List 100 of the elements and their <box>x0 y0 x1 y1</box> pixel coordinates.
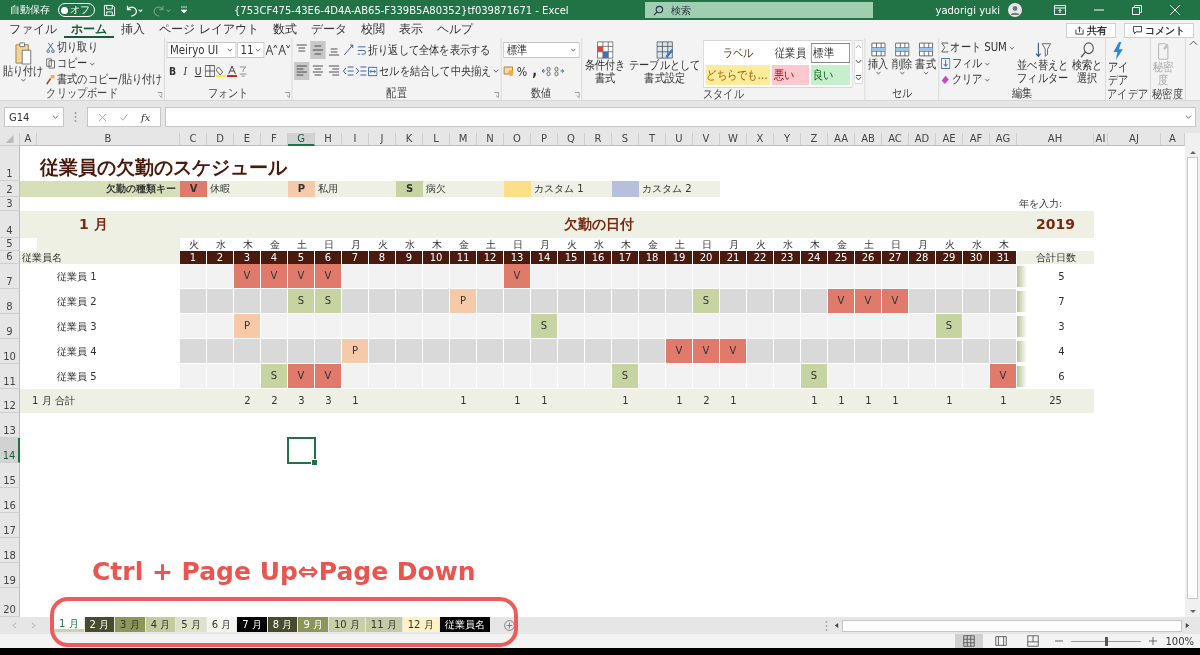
ribbon-tab[interactable]: ホーム <box>64 20 114 38</box>
column-header[interactable]: F <box>261 133 288 146</box>
copy-button[interactable]: コピー <box>45 56 163 71</box>
sheet-tab[interactable]: 8 月 <box>267 617 298 632</box>
bold-button[interactable]: B <box>166 63 179 79</box>
row-header[interactable]: 11 <box>0 364 20 389</box>
cell-style[interactable]: 悪い <box>771 65 810 85</box>
decrease-indent-icon[interactable] <box>342 65 355 77</box>
currency-icon[interactable] <box>503 65 516 77</box>
formula-input[interactable] <box>165 107 1196 127</box>
cell-style[interactable]: 良い <box>810 65 851 85</box>
expand-icon[interactable] <box>1185 115 1192 119</box>
ribbon-tab[interactable]: ファイル <box>2 20 64 38</box>
column-header[interactable]: AE <box>936 133 963 146</box>
dialog-launcher-icon[interactable] <box>157 92 163 98</box>
cell-style[interactable]: ラベル <box>705 43 771 63</box>
column-header[interactable]: K <box>396 133 423 146</box>
column-header[interactable]: E <box>234 133 261 146</box>
ribbon-tab[interactable]: データ <box>303 20 354 38</box>
paste-button[interactable]: 貼り付け <box>1 40 45 83</box>
scroll-thumb[interactable] <box>1187 157 1198 599</box>
column-header[interactable]: AJ <box>1108 133 1161 146</box>
column-header[interactable]: T <box>639 133 666 146</box>
sheet-tab[interactable]: 4 月 <box>145 617 176 632</box>
clear-button[interactable]: クリア <box>941 72 1015 87</box>
row-header[interactable]: 19 <box>0 563 20 588</box>
cells-button[interactable]: 書式 <box>914 40 937 76</box>
row-header[interactable]: 2 <box>0 181 20 197</box>
column-header[interactable]: AG <box>990 133 1017 146</box>
add-sheet-icon[interactable] <box>503 620 515 631</box>
column-header[interactable]: H <box>315 133 342 146</box>
sheet-tab[interactable]: 従業員名 <box>439 617 490 632</box>
avatar-icon[interactable] <box>1008 3 1022 17</box>
column-header[interactable]: O <box>504 133 531 146</box>
row-header[interactable]: 18 <box>0 538 20 563</box>
next-sheet-icon[interactable] <box>31 622 36 629</box>
borders-icon[interactable] <box>204 65 216 77</box>
ribbon-tab[interactable]: ヘルプ <box>429 20 480 38</box>
cut-button[interactable]: 切り取り <box>45 40 163 55</box>
shrink-font-icon[interactable] <box>278 44 290 56</box>
column-header[interactable]: AA <box>828 133 855 146</box>
sheet-tab[interactable]: 3 月 <box>115 617 145 632</box>
ribbon-tab[interactable]: ページ レイアウト <box>152 20 266 38</box>
split-handle-icon[interactable] <box>825 619 828 632</box>
italic-button[interactable]: I <box>179 63 192 79</box>
cell-style[interactable]: どちらでも… <box>705 65 771 85</box>
sheet-tab[interactable]: 2 月 <box>84 617 115 632</box>
column-header[interactable]: AI <box>1094 133 1108 146</box>
row-header[interactable]: 20 <box>0 588 20 617</box>
vertical-align-icon[interactable] <box>310 41 326 59</box>
cells-button[interactable]: 削除 <box>890 40 913 76</box>
sheet-tab[interactable]: 7 月 <box>237 617 267 632</box>
conditional-formatting-button[interactable]: 条件付き 書式 <box>584 40 627 86</box>
share-button[interactable]: 共有 <box>1066 23 1116 38</box>
scroll-down-icon[interactable] <box>1188 609 1197 615</box>
scroll-up-icon[interactable] <box>855 43 862 49</box>
column-header[interactable]: G <box>288 133 315 146</box>
cell-style[interactable]: 標準 <box>810 43 851 63</box>
undo-icon[interactable] <box>124 3 144 17</box>
column-header[interactable]: AF <box>963 133 990 146</box>
column-header[interactable]: I <box>342 133 369 146</box>
underline-button[interactable]: U <box>192 63 205 79</box>
dialog-launcher-icon[interactable] <box>284 92 290 98</box>
column-header[interactable]: L <box>423 133 450 146</box>
sheet-tab[interactable]: 6 月 <box>206 617 237 632</box>
dialog-launcher-icon[interactable] <box>493 92 499 98</box>
search-field[interactable]: 検索 <box>644 2 873 18</box>
merge-center-button[interactable]: セルを結合して中央揃え <box>368 63 499 79</box>
column-header[interactable]: Y <box>774 133 801 146</box>
ribbon-tab[interactable]: 数式 <box>265 20 304 38</box>
comment-button[interactable]: コメント <box>1124 23 1194 38</box>
zoom-in-icon[interactable] <box>1149 637 1158 645</box>
row-header[interactable]: 5 <box>0 238 20 251</box>
column-header[interactable]: AB <box>855 133 882 146</box>
column-header[interactable]: J <box>369 133 396 146</box>
row-header[interactable]: 17 <box>0 513 20 538</box>
format-as-table-button[interactable]: テーブルとして 書式設定 <box>628 40 702 86</box>
grow-font-icon[interactable] <box>265 44 278 56</box>
find-select-button[interactable]: 検索と 選択 <box>1070 40 1103 86</box>
more-icon[interactable] <box>855 75 862 81</box>
column-header[interactable]: Z <box>801 133 828 146</box>
zoom-level[interactable]: 100% <box>1165 635 1194 647</box>
scroll-up-icon[interactable] <box>1188 149 1197 155</box>
column-header[interactable]: R <box>585 133 612 146</box>
column-header[interactable]: AH <box>1017 133 1094 146</box>
column-header[interactable]: N <box>477 133 504 146</box>
sheet-tab[interactable]: 5 月 <box>176 617 206 632</box>
row-header[interactable]: 7 <box>0 264 20 289</box>
column-header[interactable]: U <box>666 133 693 146</box>
collapse-ribbon-icon[interactable] <box>1189 40 1198 46</box>
row-header[interactable]: 1 <box>0 146 20 181</box>
zoom-out-icon[interactable] <box>1055 637 1064 645</box>
column-header[interactable]: D <box>207 133 234 146</box>
row-header[interactable]: 13 <box>0 413 20 438</box>
close-icon[interactable] <box>1170 5 1180 15</box>
restore-icon[interactable] <box>1132 5 1142 15</box>
ribbon-tab[interactable]: 表示 <box>391 20 430 38</box>
view-icon[interactable] <box>955 634 984 648</box>
name-box[interactable]: G14 <box>4 107 64 127</box>
sheet-tab[interactable]: 11 月 <box>365 617 402 632</box>
